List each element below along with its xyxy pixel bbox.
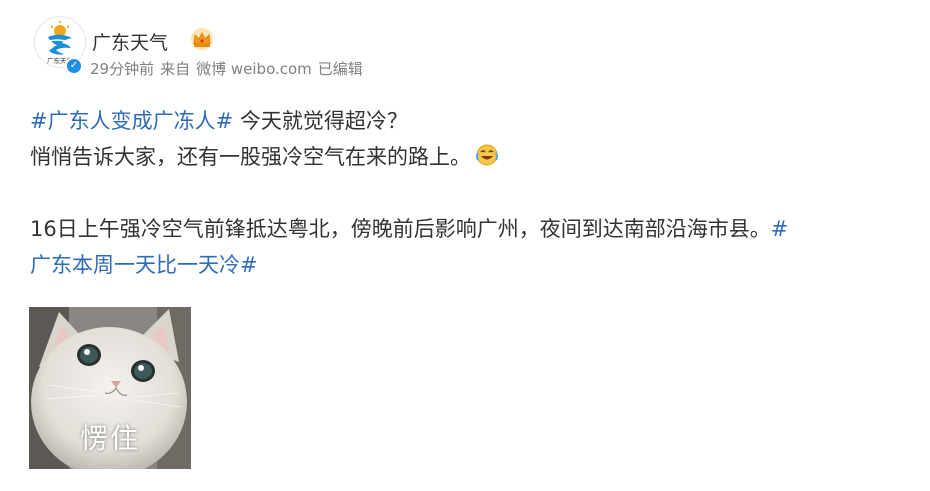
post-source[interactable]: 微博 weibo.com (196, 60, 312, 78)
post-image[interactable]: 愣住 (29, 307, 191, 469)
hashtag-link[interactable]: #广东人变成广冻人# (30, 109, 233, 133)
content-text: 16日上午强冷空气前锋抵达粤北，傍晚前后影响广州，夜间到达南部沿海市县。 (30, 217, 771, 241)
post-meta: 29分钟前 来自 微博 weibo.com 已编辑 (90, 58, 369, 79)
verified-icon: ✓ (65, 57, 83, 75)
post-content: #广东人变成广冻人# 今天就觉得超冷？ 悄悄告诉大家，还有一股强冷空气在来的路上… (30, 103, 920, 283)
hashtag-link[interactable]: # (771, 217, 789, 241)
crown-icon[interactable] (189, 27, 215, 51)
edited-label[interactable]: 已编辑 (318, 60, 363, 78)
content-line-2: 悄悄告诉大家，还有一股强冷空气在来的路上。 (30, 139, 920, 175)
laughing-emoji-icon (476, 144, 498, 166)
content-line-1: #广东人变成广冻人# 今天就觉得超冷？ (30, 103, 920, 139)
hashtag-link[interactable]: 广东本周一天比一天冷# (30, 253, 258, 277)
post-time[interactable]: 29分钟前 (90, 60, 154, 78)
content-line-4: 广东本周一天比一天冷# (30, 247, 920, 283)
username[interactable]: 广东天气 (92, 28, 168, 55)
content-text: 今天就觉得超冷？ (239, 109, 408, 133)
content-text: 悄悄告诉大家，还有一股强冷空气在来的路上。 (30, 145, 471, 169)
source-prefix: 来自 (160, 60, 191, 78)
image-caption: 愣住 (79, 422, 140, 455)
content-line-3: 16日上午强冷空气前锋抵达粤北，傍晚前后影响广州，夜间到达南部沿海市县。# (30, 211, 920, 247)
